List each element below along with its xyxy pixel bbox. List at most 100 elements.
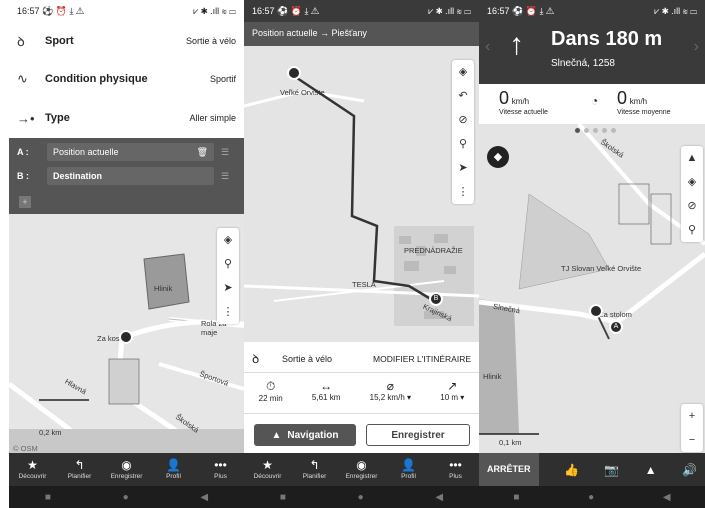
tab-discover[interactable]: ★ Découvrir xyxy=(13,458,53,481)
status-icons: ⚽ ⏰ ⤓ ⚠ xyxy=(512,5,555,16)
recents-icon[interactable]: ■ xyxy=(45,492,51,503)
recents-icon[interactable]: ■ xyxy=(513,492,519,503)
waypoint-a-field[interactable]: Position actuelle xyxy=(53,147,119,157)
direction-icon[interactable]: ▲ xyxy=(687,146,698,170)
map-label-velke-orviste: Veľké Orvište xyxy=(280,88,325,97)
record-icon: ◉ xyxy=(356,458,367,472)
stop-button[interactable]: ARRÊTER xyxy=(479,453,539,486)
map[interactable]: Veľké Orvište PREDNÁDRAŽIE TESLA Krajins… xyxy=(244,46,479,342)
sport-row[interactable]: ꝺ Sport Sortie à vélo xyxy=(9,22,244,60)
layers-icon[interactable]: ◈ xyxy=(459,60,467,84)
sport-value: Sortie à vélo xyxy=(185,36,236,46)
tab-record[interactable]: ◉ Enregistrer xyxy=(342,458,382,481)
layers-icon[interactable]: ◈ xyxy=(688,170,696,194)
more-vertical-icon[interactable]: ⋮ xyxy=(223,300,234,324)
poi-icon[interactable]: ▲ xyxy=(645,463,657,477)
scale-bar: 0,1 km xyxy=(499,438,522,447)
record-icon: ◉ xyxy=(121,458,132,472)
recents-icon[interactable]: ■ xyxy=(280,492,286,503)
undo-icon[interactable]: ↶ xyxy=(458,84,467,108)
route-sport-row: ꝺ Sortie à vélo MODIFIER L'ITINÉRAIRE xyxy=(252,350,471,367)
back-icon[interactable]: ◀ xyxy=(435,492,443,503)
tab-record[interactable]: ◉ Enregistrer xyxy=(107,458,147,481)
type-row[interactable]: →• Type Aller simple xyxy=(9,98,244,138)
map-controls: ◈ ↶ ⊘ ⚲ ➤ ⋮ xyxy=(452,60,474,204)
status-bar: 16:57 ⚽ ⏰ ⤓ ⚠ ⩗ ✱ .ıll ≋ ▭ xyxy=(479,0,705,22)
speed-avg-icon: ⌀ xyxy=(386,379,394,393)
next-instruction-icon[interactable]: › xyxy=(694,38,699,56)
map-label-tesla: TESLA xyxy=(352,280,376,289)
fitness-label: Condition physique xyxy=(45,73,148,85)
tab-more[interactable]: ••• Plus xyxy=(436,458,476,481)
stat-distance: ↔ 5,61 km xyxy=(312,379,340,413)
speedometer-icon: ◔ xyxy=(591,94,599,108)
status-system-icons: ⩗ ✱ .ıll ≋ ▭ xyxy=(428,5,471,16)
hide-icon[interactable]: ⊘ xyxy=(687,194,696,218)
search-icon[interactable]: ⚲ xyxy=(688,218,696,242)
tab-label: Profil xyxy=(401,473,416,480)
zoom-out-icon[interactable]: − xyxy=(689,428,695,452)
stat-elevation[interactable]: ↗ 10 m ▾ xyxy=(440,379,464,413)
tab-bar: ★ Découvrir ↰ Planifier ◉ Enregistrer 👤 Prof… xyxy=(9,453,244,486)
navigation-button[interactable]: ▲ Navigation xyxy=(254,424,356,446)
feedback-icon[interactable]: 👍 xyxy=(564,463,579,477)
more-icon: ••• xyxy=(449,458,462,472)
stat-speed[interactable]: ⌀ 15,2 km/h ▾ xyxy=(370,379,411,413)
status-system-icons: ⩗ ✱ .ıll ≋ ▭ xyxy=(654,5,697,16)
map-controls: ▲ ◈ ⊘ ⚲ xyxy=(681,146,703,242)
home-icon[interactable]: ● xyxy=(123,492,129,503)
tab-label: Planifier xyxy=(67,473,92,480)
avg-speed: 0 km/h Vitesse moyenne xyxy=(617,88,671,116)
save-button[interactable]: Enregistrer xyxy=(366,424,470,446)
zoom-in-icon[interactable]: + xyxy=(689,404,695,428)
route-header[interactable]: Position actuelle → Piešťany xyxy=(244,22,479,46)
status-bar: 16:57 ⚽ ⏰ ⤓ ⚠ ⩗ ✱ .ıll ≋ ▭ xyxy=(244,0,479,22)
waypoint-b-field[interactable]: Destination xyxy=(53,171,102,181)
home-icon[interactable]: ● xyxy=(358,492,364,503)
modify-route-button[interactable]: MODIFIER L'ITINÉRAIRE xyxy=(373,354,471,364)
back-icon[interactable]: ◀ xyxy=(200,492,208,503)
waypoint-a-pin: A xyxy=(609,320,623,334)
camera-icon[interactable]: 📷 xyxy=(604,463,619,477)
tab-label: Plus xyxy=(449,473,462,480)
drag-handle-icon[interactable]: ☰ xyxy=(214,171,236,182)
stat-value: 5,61 km xyxy=(311,393,341,402)
tab-plan[interactable]: ↰ Planifier xyxy=(295,459,335,481)
drag-handle-icon[interactable]: ☰ xyxy=(214,147,236,158)
map[interactable]: Hlinik Rola za maje Za kos om Hlavná Špo… xyxy=(9,214,244,453)
waypoint-b[interactable]: B : Destination ☰ xyxy=(17,166,236,186)
map-label-prednadrazie: PREDNÁDRAŽIE xyxy=(404,246,463,255)
hide-icon[interactable]: ⊘ xyxy=(458,108,467,132)
layers-icon[interactable]: ◈ xyxy=(224,228,232,252)
map[interactable]: Školská TJ Slovan Veľké Orvište Slnečná … xyxy=(479,124,705,464)
sport-label: Sport xyxy=(45,35,74,47)
locate-icon[interactable]: ➤ xyxy=(458,156,467,180)
trash-icon[interactable]: 🗑 xyxy=(197,147,214,158)
tab-profile[interactable]: 👤 Profil xyxy=(389,459,429,481)
turn-arrow-icon: ↑ xyxy=(509,28,524,61)
current-speed-label: Vitesse actuelle xyxy=(499,109,548,116)
sound-icon[interactable]: 🔊 xyxy=(682,463,705,477)
tab-profile[interactable]: 👤 Profil xyxy=(154,459,194,481)
navigation-label: Navigation xyxy=(287,429,339,441)
waypoint-a[interactable]: A : Position actuelle 🗑 ☰ xyxy=(17,142,236,162)
back-icon[interactable]: ◀ xyxy=(663,492,671,503)
locate-icon[interactable]: ➤ xyxy=(223,276,232,300)
tab-discover[interactable]: ★ Découvrir xyxy=(248,459,288,481)
tab-plan[interactable]: ↰ Planifier xyxy=(60,458,100,481)
fitness-row[interactable]: ∿ Condition physique Sportif xyxy=(9,60,244,98)
home-icon[interactable]: ● xyxy=(588,492,594,503)
star-icon: ★ xyxy=(27,458,38,472)
plan-icon: ↰ xyxy=(74,458,85,472)
compass-icon[interactable]: ◆ xyxy=(487,146,509,168)
search-icon[interactable]: ⚲ xyxy=(224,252,232,276)
location-pin xyxy=(119,330,133,344)
tab-more[interactable]: ••• Plus xyxy=(201,459,241,481)
search-icon[interactable]: ⚲ xyxy=(459,132,467,156)
tab-label: Plus xyxy=(214,473,227,480)
add-waypoint-icon[interactable]: + xyxy=(19,196,31,208)
prev-instruction-icon[interactable]: ‹ xyxy=(485,38,490,56)
status-system-icons: ⩗ ✱ .ıll ≋ ▭ xyxy=(193,5,236,16)
more-vertical-icon[interactable]: ⋮ xyxy=(458,180,469,204)
stat-value: 15,2 km/h ▾ xyxy=(369,393,412,402)
